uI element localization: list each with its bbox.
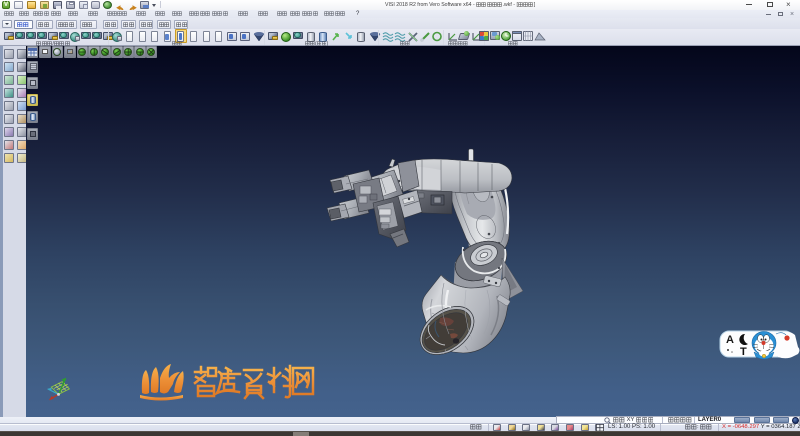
svg-text:A: A — [726, 334, 734, 346]
svg-text:T: T — [740, 346, 747, 358]
